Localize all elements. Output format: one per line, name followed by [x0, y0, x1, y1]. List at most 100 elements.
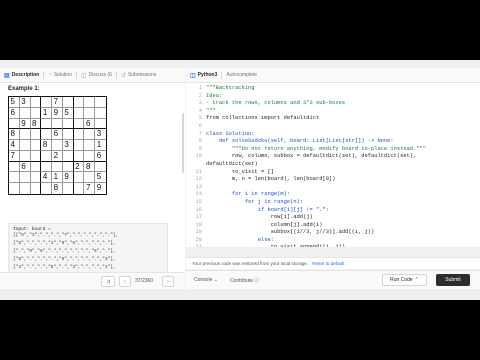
sudoku-cell: [63, 183, 74, 194]
left-tab-3[interactable]: ↺ Submissions: [117, 72, 160, 79]
code-line[interactable]: 2 Idea:: [186, 93, 480, 101]
left-tab-0[interactable]: ▤ Description: [0, 72, 43, 79]
leetcode-app: ▤ Description ◔ Solution ◫ Discuss (6 ↺ Submiss…: [0, 60, 480, 300]
code-line[interactable]: 15 for j in range(n):: [186, 199, 480, 207]
sudoku-cell: [52, 140, 63, 151]
problem-scrollbar[interactable]: [182, 113, 184, 173]
sudoku-cell: [84, 150, 96, 162]
right-tab-bar: ◫ Python3 Autocomplete: [186, 68, 480, 83]
line-number: 2: [198, 92, 202, 99]
line-number: 9: [198, 145, 202, 152]
sudoku-cell: [30, 129, 42, 141]
code-text: for i in range(m):: [206, 191, 291, 198]
sudoku-cell: 6: [84, 118, 96, 130]
left-tab-2[interactable]: ◫ Discuss (6: [77, 72, 116, 79]
line-number: 14: [195, 191, 202, 198]
sudoku-cell: [41, 150, 53, 162]
sudoku-cell: 5: [62, 107, 74, 119]
code-editor[interactable]: 1 """Backtracking 2 Idea: 3 - track the rows,…: [186, 83, 480, 247]
left-tab-1[interactable]: ◔ Solution: [44, 72, 76, 78]
sudoku-cell: [95, 108, 106, 119]
console-toggle[interactable]: Console ⌄: [194, 277, 218, 283]
right-tab-0[interactable]: ◫ Python3: [186, 72, 221, 79]
code-line[interactable]: 12 m, n = len(board), len(board[0]): [186, 176, 480, 184]
right-tab-1[interactable]: Autocomplete: [222, 72, 261, 78]
prev-problem-button[interactable]: ‹: [119, 276, 131, 287]
code-line[interactable]: 18 column[j].add(i): [186, 222, 480, 230]
code-line[interactable]: 10 row, column, subbox = defaultdict(set…: [186, 153, 480, 161]
reset-to-default-link[interactable]: Reset to default: [312, 261, 344, 266]
sudoku-board: 537619598686348317266284195879: [8, 96, 107, 195]
tab-icon: ◔: [48, 72, 52, 78]
sudoku-cell: [52, 118, 63, 130]
sudoku-cell: 8: [9, 129, 20, 141]
tab-label: Submissions: [127, 72, 157, 78]
tab-icon: ↺: [120, 72, 126, 79]
code-line[interactable]: 7 class Solution:: [186, 131, 480, 139]
problem-pager: 37/2360: [135, 278, 154, 284]
shuffle-icon: ⤨: [105, 278, 110, 285]
code-text: from collections import defaultdict: [206, 115, 320, 122]
code-line[interactable]: 20 else:: [186, 237, 480, 245]
sudoku-cell: [30, 161, 42, 173]
input-line: ["6",".",".","1","9","5",".",".","."],: [13, 241, 116, 246]
code-text: m, n = len(board), len(board[0]): [206, 176, 336, 183]
sudoku-cell: 8: [52, 183, 63, 194]
sudoku-cell: [74, 183, 85, 194]
code-line[interactable]: 5 from collections import defaultdict: [186, 115, 480, 123]
sudoku-cell: [41, 129, 53, 141]
sudoku-cell: [30, 150, 42, 162]
input-line: [".","9","8",".",".",".",".","6","."],: [13, 249, 116, 254]
sudoku-cell: 4: [9, 140, 20, 151]
code-line[interactable]: 14 for i in range(m):: [186, 191, 480, 199]
code-line[interactable]: 13: [186, 184, 480, 192]
line-number: 18: [195, 221, 202, 228]
chevron-up-icon: ⌃: [414, 277, 419, 283]
code-text: Idea:: [206, 92, 223, 99]
run-code-button[interactable]: Run Code ⌃: [382, 274, 427, 286]
sudoku-cell: [19, 107, 31, 119]
code-text: for j in range(n):: [206, 198, 304, 205]
code-text: if board[i][j] != ".":: [206, 206, 329, 213]
code-line[interactable]: defaultdict(set): [186, 161, 480, 169]
line-number: 3: [198, 100, 202, 107]
code-lines[interactable]: 1 """Backtracking 2 Idea: 3 - track the rows,…: [186, 85, 480, 247]
shuffle-button[interactable]: ⤨: [101, 276, 115, 287]
code-line[interactable]: 1 """Backtracking: [186, 85, 480, 93]
contribute-toggle[interactable]: Contribute ⓘ: [230, 277, 259, 284]
code-line[interactable]: 4 """: [186, 108, 480, 116]
line-number: 17: [195, 214, 202, 221]
sudoku-cell: [73, 107, 85, 119]
code-line[interactable]: 8 def solveSudoku(self, board: List[List…: [186, 138, 480, 146]
run-code-label: Run Code: [390, 277, 413, 283]
sudoku-cell: [73, 129, 85, 141]
console-label: Console: [194, 277, 213, 283]
submit-button[interactable]: Submit: [436, 274, 470, 286]
next-problem-button[interactable]: ›: [162, 276, 174, 287]
chevron-left-icon: ‹: [124, 278, 126, 285]
problem-pane: Example 1: 53761959868634831726628419587…: [0, 83, 185, 285]
code-line[interactable]: 21 to_visit.append((i, j)): [186, 244, 480, 247]
problem-bottom-bar: ⤨ ‹ 37/2360 ›: [0, 272, 185, 289]
code-line[interactable]: 16 if board[i][j] != ".":: [186, 207, 480, 215]
sudoku-cell: 3: [19, 97, 31, 108]
code-line[interactable]: 6: [186, 123, 480, 131]
code-line[interactable]: 19 subbox[(i//3, j//3)].add((i, j)): [186, 229, 480, 237]
line-number: 6: [198, 122, 202, 129]
sudoku-cell: [41, 161, 53, 173]
code-line[interactable]: 11 to_visit = []: [186, 169, 480, 177]
sudoku-cell: 4: [41, 172, 53, 184]
contribute-label: Contribute: [230, 278, 254, 284]
sudoku-cell: 7: [9, 150, 20, 162]
code-line[interactable]: 9 """Do not return anything, modify boar…: [186, 146, 480, 154]
sudoku-cell: [62, 97, 74, 108]
tab-label: Discuss (6: [88, 72, 112, 78]
code-line[interactable]: 3 - track the rows, columns and 3*3 sub-b…: [186, 100, 480, 108]
code-line[interactable]: 17 row[i].add(j): [186, 214, 480, 222]
line-number: 19: [195, 229, 202, 236]
sudoku-cell: 7: [52, 97, 63, 108]
sudoku-cell: [62, 129, 74, 141]
line-number: 8: [198, 138, 202, 145]
sudoku-cell: 6: [19, 161, 31, 173]
sudoku-cell: [73, 97, 85, 108]
